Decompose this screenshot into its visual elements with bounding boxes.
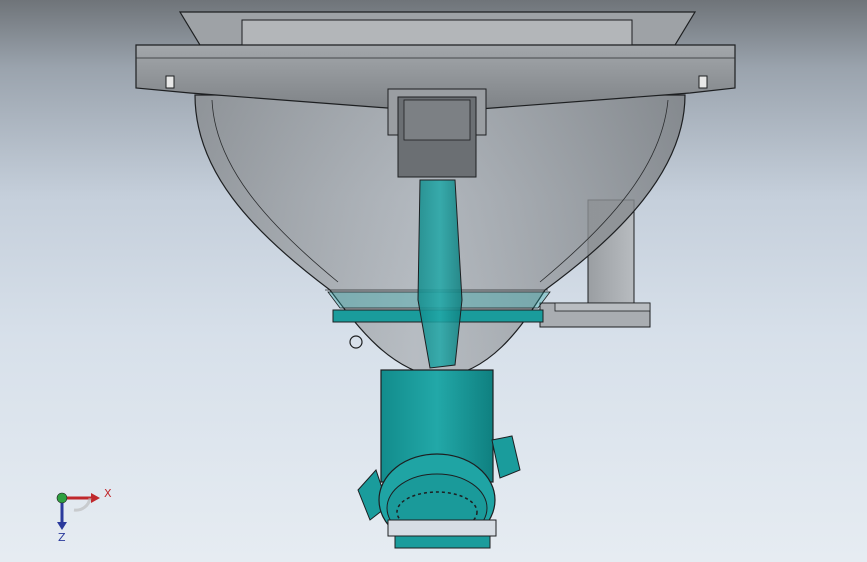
view-triad: X Z (50, 484, 120, 544)
cad-model[interactable] (0, 0, 867, 562)
cad-viewport[interactable]: X Z (0, 0, 867, 562)
x-axis-label: X (104, 487, 112, 500)
feed-chute (417, 179, 463, 369)
hinge-bracket (387, 88, 487, 178)
z-axis-label: Z (58, 531, 66, 544)
top-cover (178, 11, 697, 49)
motor-body (357, 369, 521, 549)
